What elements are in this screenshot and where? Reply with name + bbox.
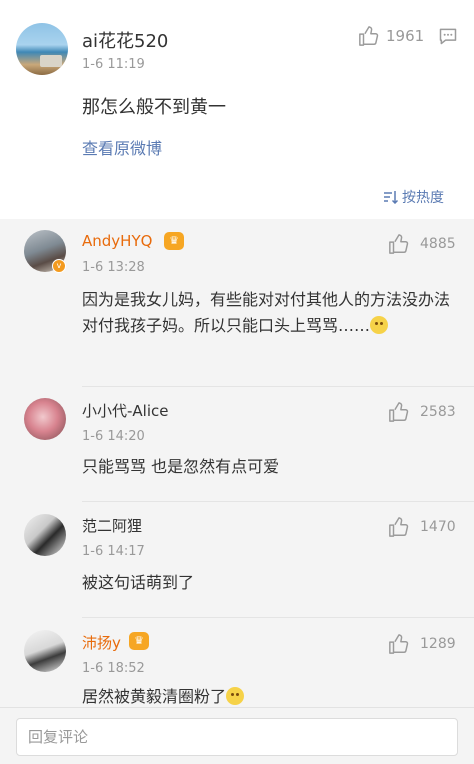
timestamp: 1-6 13:28 bbox=[82, 260, 145, 275]
like-button[interactable]: 1470 bbox=[388, 516, 460, 538]
reply-text-content: 居然被黄毅清圈粉了 bbox=[82, 687, 227, 706]
like-count: 1470 bbox=[420, 519, 456, 535]
username[interactable]: 小小代-Alice bbox=[82, 400, 169, 421]
sort-by-hot-button[interactable]: 按热度 bbox=[383, 187, 444, 207]
like-button[interactable]: 4885 bbox=[388, 233, 460, 255]
timestamp: 1-6 14:20 bbox=[82, 429, 145, 444]
like-button[interactable]: 1289 bbox=[388, 633, 460, 655]
thumbs-up-icon bbox=[359, 26, 379, 46]
thumbs-up-icon bbox=[389, 402, 409, 422]
avatar[interactable] bbox=[16, 23, 68, 75]
username[interactable]: ai花花520 bbox=[82, 27, 168, 53]
like-count: 1961 bbox=[386, 27, 425, 45]
bottom-reply-bar: 回复评论 bbox=[0, 707, 474, 764]
reply-text: 被这句话萌到了 bbox=[82, 573, 195, 592]
thumbs-up-icon bbox=[389, 634, 409, 654]
list-item: v AndyHYQ ♛ 1-6 13:28 4885 因为是我女儿妈，有些能对对… bbox=[0, 219, 474, 387]
thumbs-up-icon bbox=[389, 234, 409, 254]
like-count: 2583 bbox=[420, 404, 456, 420]
comment-thread-page: ai花花520 1-6 11:19 1961 那怎么般不到黄一 查看原微博 按热… bbox=[0, 0, 474, 764]
like-button[interactable]: 2583 bbox=[388, 401, 460, 423]
list-item: 范二阿狸 1-6 14:17 1470 被这句话萌到了 bbox=[0, 502, 474, 618]
like-count: 4885 bbox=[420, 236, 456, 252]
list-item: 小小代-Alice 1-6 14:20 2583 只能骂骂 也是忽然有点可爱 bbox=[0, 387, 474, 502]
sort-label: 按热度 bbox=[402, 190, 444, 206]
thumbs-up-icon bbox=[389, 517, 409, 537]
timestamp: 1-6 14:17 bbox=[82, 544, 145, 559]
comment-icon[interactable] bbox=[438, 26, 458, 46]
reply-input[interactable]: 回复评论 bbox=[16, 718, 458, 756]
reply-text: 只能骂骂 也是忽然有点可爱 bbox=[82, 457, 280, 476]
crown-icon: ♛ bbox=[164, 232, 184, 250]
sort-icon bbox=[384, 191, 399, 204]
avatar[interactable] bbox=[24, 630, 66, 672]
username[interactable]: AndyHYQ bbox=[82, 232, 152, 250]
view-original-link[interactable]: 查看原微博 bbox=[82, 135, 162, 159]
emoji-icon bbox=[226, 687, 245, 705]
timestamp: 1-6 18:52 bbox=[82, 661, 145, 676]
like-button[interactable]: 1961 bbox=[358, 25, 428, 47]
list-item: 沛扬y ♛ 1-6 18:52 1289 居然被黄毅清圈粉了 bbox=[0, 618, 474, 707]
emoji-icon bbox=[370, 316, 389, 334]
main-comment: ai花花520 1-6 11:19 1961 那怎么般不到黄一 查看原微博 按热… bbox=[0, 0, 474, 219]
avatar[interactable] bbox=[24, 514, 66, 556]
avatar[interactable] bbox=[24, 398, 66, 440]
reply-text-content: 因为是我女儿妈，有些能对对付其他人的方法没办法对付我孩子妈。所以只能口头上骂骂…… bbox=[82, 290, 451, 335]
reply-text: 因为是我女儿妈，有些能对对付其他人的方法没办法对付我孩子妈。所以只能口头上骂骂…… bbox=[82, 287, 454, 339]
reply-list: v AndyHYQ ♛ 1-6 13:28 4885 因为是我女儿妈，有些能对对… bbox=[0, 219, 474, 707]
username[interactable]: 范二阿狸 bbox=[82, 515, 142, 536]
crown-icon: ♛ bbox=[129, 632, 149, 650]
username[interactable]: 沛扬y bbox=[82, 632, 121, 653]
comment-text: 那怎么般不到黄一 bbox=[82, 97, 226, 118]
verified-badge-icon: v bbox=[52, 259, 66, 273]
like-count: 1289 bbox=[420, 636, 456, 652]
timestamp: 1-6 11:19 bbox=[82, 57, 145, 72]
